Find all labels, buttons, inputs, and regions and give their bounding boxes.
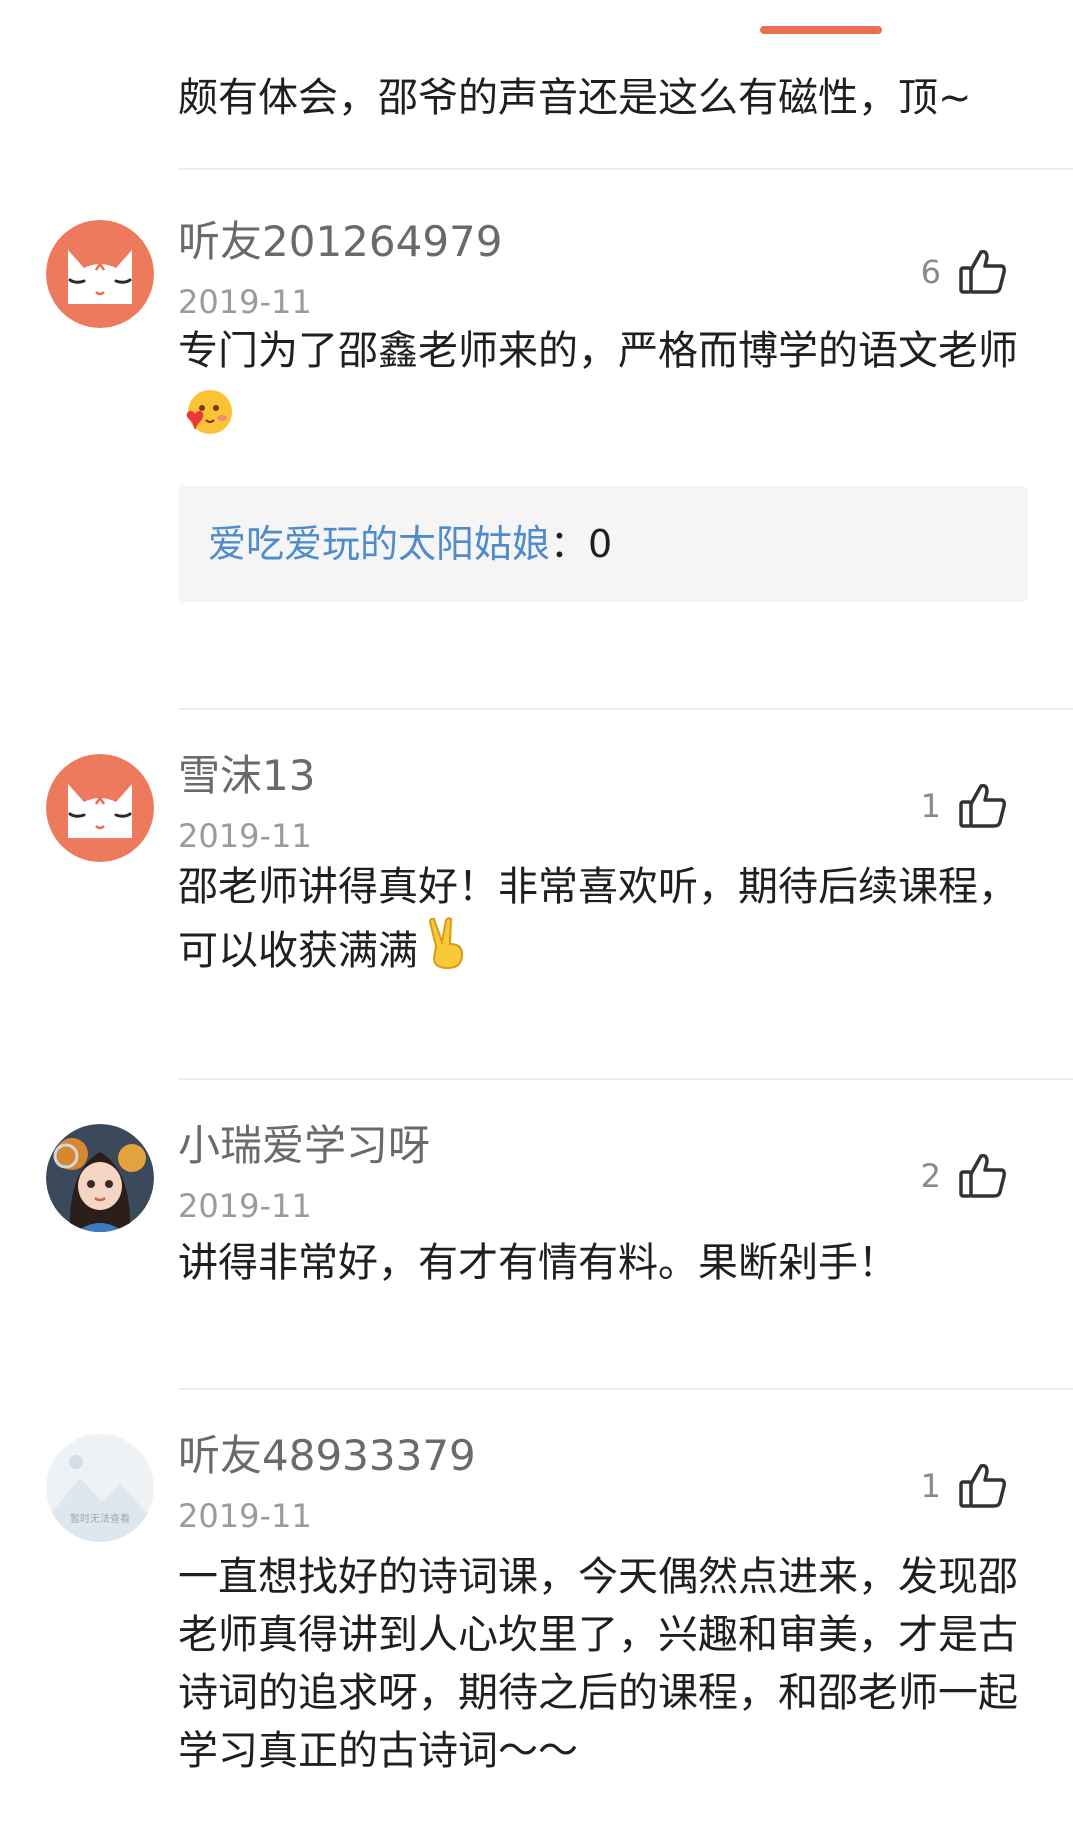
thumbs-up-icon[interactable]: [957, 1460, 1009, 1512]
comment-text: 颇有体会，邵爷的声音还是这么有磁性，顶~: [178, 75, 972, 121]
thumbs-up-icon[interactable]: [957, 780, 1009, 832]
avatar-caption: 暂时无法查看: [70, 1514, 130, 1525]
cat-avatar[interactable]: [46, 754, 154, 862]
comment-text: 一直想找好的诗词课，今天偶然点进来，发现邵老师真得讲到人心坎里了，兴趣和审美，才…: [178, 1554, 1018, 1774]
victory-hand-emoji: [418, 916, 474, 972]
username[interactable]: 听友201264979: [178, 216, 503, 268]
cat-avatar[interactable]: [46, 220, 154, 328]
reply-username[interactable]: 爱吃爱玩的太阳姑娘: [208, 522, 550, 566]
active-tab-indicator: [760, 26, 882, 34]
like-button[interactable]: 6: [921, 244, 1009, 300]
comment-text: 专门为了邵鑫老师来的，严格而博学的语文老师: [178, 316, 1028, 456]
placeholder-avatar[interactable]: 暂时无法查看: [46, 1434, 154, 1542]
comment-text: 讲得非常好，有才有情有料。果断剁手！: [178, 1240, 898, 1286]
comment-text: 邵老师讲得真好！非常喜欢听，期待后续课程，可以收获满满: [178, 864, 1018, 974]
like-button[interactable]: 2: [921, 1148, 1009, 1204]
like-count: 2: [920, 1157, 941, 1195]
comment-date: 2019-11: [178, 1497, 312, 1535]
divider: [178, 1078, 1073, 1080]
like-button[interactable]: 1: [921, 778, 1009, 834]
username[interactable]: 听友48933379: [178, 1430, 476, 1482]
username[interactable]: 雪沫13: [178, 750, 315, 802]
divider: [178, 708, 1073, 710]
reply-box[interactable]: 爱吃爱玩的太阳姑娘：0: [178, 486, 1028, 602]
like-count: 1: [920, 787, 941, 825]
like-count: 1: [920, 1467, 941, 1505]
comment-date: 2019-11: [178, 1187, 312, 1225]
girl-avatar[interactable]: [46, 1124, 154, 1232]
heart-face-emoji: [178, 386, 234, 442]
like-count: 6: [920, 253, 941, 291]
reply-content: 0: [588, 522, 613, 566]
username[interactable]: 小瑞爱学习呀: [178, 1120, 430, 1172]
comment-date: 2019-11: [178, 817, 312, 855]
thumbs-up-icon[interactable]: [957, 246, 1009, 298]
thumbs-up-icon[interactable]: [957, 1150, 1009, 1202]
reply-line: 爱吃爱玩的太阳姑娘：0: [208, 522, 613, 566]
divider: [178, 168, 1073, 170]
divider: [178, 1388, 1073, 1390]
like-button[interactable]: 1: [921, 1458, 1009, 1514]
